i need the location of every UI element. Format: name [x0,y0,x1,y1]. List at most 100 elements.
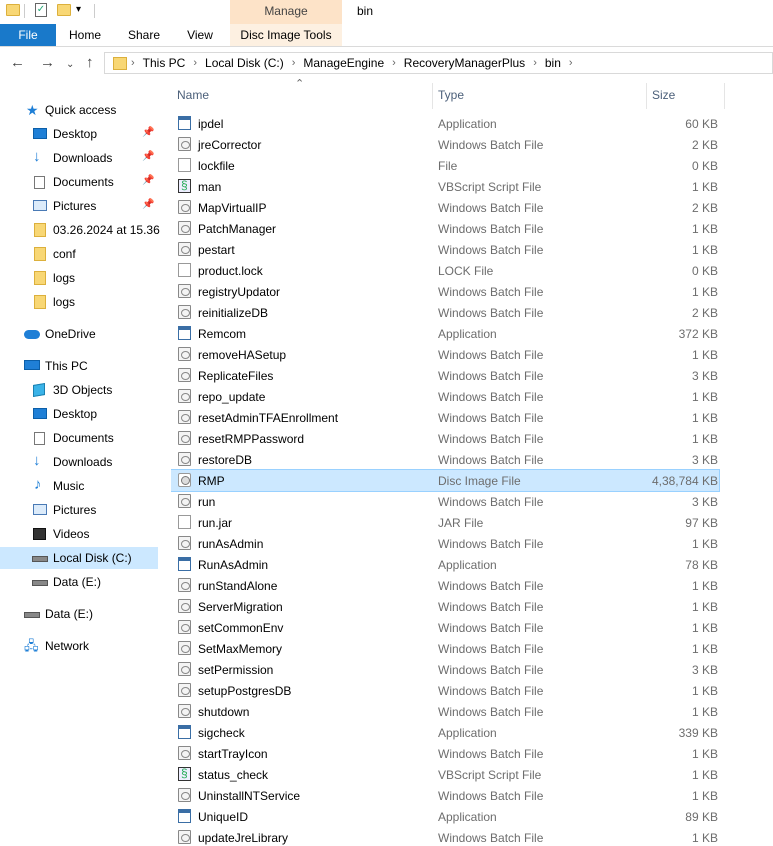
file-row[interactable]: MapVirtualIP Windows Batch File 2 KB [171,197,719,218]
sidebar-item-this-pc[interactable]: This PC [0,355,158,377]
sidebar-item-logs[interactable]: logs [0,267,158,289]
chevron-right-icon[interactable]: › [292,57,296,69]
file-name: setPermission [198,663,274,677]
batch-file-icon [178,431,191,445]
chevron-right-icon[interactable]: › [131,57,135,69]
back-arrow-icon[interactable]: ← [10,55,25,71]
chevron-right-icon[interactable]: › [193,57,197,69]
file-row[interactable]: runAsAdmin Windows Batch File 1 KB [171,533,719,554]
sidebar-item-pictures[interactable]: Pictures [0,499,158,521]
column-divider[interactable] [432,83,433,109]
file-row[interactable]: Remcom Application 372 KB [171,323,719,344]
file-row[interactable]: setupPostgresDB Windows Batch File 1 KB [171,680,719,701]
sidebar-item-desktop[interactable]: Desktop [0,403,158,425]
file-row[interactable]: UninstallNTService Windows Batch File 1 KB [171,785,719,806]
file-row[interactable]: product.lock LOCK File 0 KB [171,260,719,281]
tab-home[interactable]: Home [62,24,108,46]
file-row[interactable]: lockfile File 0 KB [171,155,719,176]
pin-icon[interactable]: 📌 [142,127,154,138]
column-header-size[interactable]: Size [652,88,675,102]
file-row[interactable]: status_check VBScript Script File 1 KB [171,764,719,785]
file-row[interactable]: runStandAlone Windows Batch File 1 KB [171,575,719,596]
navigation-bar: ← → ⌄ ↑ › This PC › Local Disk (C:) › Ma… [0,47,773,79]
file-row[interactable]: SetMaxMemory Windows Batch File 1 KB [171,638,719,659]
column-divider[interactable] [646,83,647,109]
file-row[interactable]: shutdown Windows Batch File 1 KB [171,701,719,722]
file-name: run [198,495,216,509]
file-row[interactable]: setPermission Windows Batch File 3 KB [171,659,719,680]
file-row[interactable]: repo_update Windows Batch File 1 KB [171,386,719,407]
sidebar-item-03-26-2024[interactable]: 03.26.2024 at 15.36 [0,219,160,241]
file-row[interactable]: RunAsAdmin Application 78 KB [171,554,719,575]
file-row[interactable]: RMP Disc Image File 4,38,784 KB [171,469,720,492]
tab-view[interactable]: View [178,24,222,46]
folder-icon [34,223,46,237]
file-row[interactable]: jreCorrector Windows Batch File 2 KB [171,134,719,155]
sidebar-item-3d-objects[interactable]: 3D Objects [0,379,158,401]
breadcrumb-recoverymanagerplus[interactable]: RecoveryManagerPlus [404,56,525,70]
sidebar-item-documents[interactable]: Documents [0,427,158,449]
file-row[interactable]: man VBScript Script File 1 KB [171,176,719,197]
file-row[interactable]: updateJreLibrary Windows Batch File 1 KB [171,827,719,846]
sidebar-item-music[interactable]: ♪ Music [0,475,158,497]
tab-file[interactable]: File [0,24,56,46]
tab-disc-image-tools[interactable]: Disc Image Tools [230,24,342,47]
address-bar[interactable]: › This PC › Local Disk (C:) › ManageEngi… [104,52,773,74]
sidebar-item-desktop[interactable]: Desktop 📌 [0,123,158,145]
column-header-type[interactable]: Type [438,88,464,102]
sidebar-item-data-e[interactable]: Data (E:) [0,571,158,593]
file-row[interactable]: run Windows Batch File 3 KB [171,491,719,512]
file-row[interactable]: resetRMPPassword Windows Batch File 1 KB [171,428,719,449]
pin-icon[interactable]: 📌 [142,199,154,210]
sidebar-item-downloads[interactable]: ↓ Downloads [0,451,158,473]
chevron-right-icon[interactable]: › [569,57,573,69]
file-row[interactable]: ipdel Application 60 KB [171,113,719,134]
properties-icon[interactable]: ✓ [35,3,47,17]
breadcrumb-bin[interactable]: bin [545,56,561,70]
manage-contextual-tab[interactable]: Manage [230,0,342,24]
file-row[interactable]: sigcheck Application 339 KB [171,722,719,743]
file-row[interactable]: registryUpdator Windows Batch File 1 KB [171,281,719,302]
up-arrow-icon[interactable]: ↑ [86,55,94,71]
file-row[interactable]: UniqueID Application 89 KB [171,806,719,827]
chevron-right-icon[interactable]: › [533,57,537,69]
file-row[interactable]: ServerMigration Windows Batch File 1 KB [171,596,719,617]
breadcrumb-manageengine[interactable]: ManageEngine [303,56,384,70]
sidebar-item-onedrive[interactable]: OneDrive [0,323,158,345]
file-row[interactable]: pestart Windows Batch File 1 KB [171,239,719,260]
file-row[interactable]: run.jar JAR File 97 KB [171,512,719,533]
sidebar-item-quick-access[interactable]: ★ Quick access [0,99,158,121]
new-folder-icon[interactable] [57,4,71,16]
tab-share[interactable]: Share [121,24,167,46]
customize-quick-access-icon[interactable]: ▾ [76,4,81,15]
file-row[interactable]: setCommonEnv Windows Batch File 1 KB [171,617,719,638]
breadcrumb-this-pc[interactable]: This PC [143,56,186,70]
file-row[interactable]: reinitializeDB Windows Batch File 2 KB [171,302,719,323]
file-row[interactable]: restoreDB Windows Batch File 3 KB [171,449,719,470]
file-name: ServerMigration [198,600,283,614]
sidebar-item-network[interactable]: 🖧 Network [0,635,158,657]
batch-file-icon [178,641,191,655]
sidebar-item-pictures[interactable]: Pictures 📌 [0,195,158,217]
pin-icon[interactable]: 📌 [142,151,154,162]
breadcrumb-local-disk[interactable]: Local Disk (C:) [205,56,284,70]
file-row[interactable]: resetAdminTFAEnrollment Windows Batch Fil… [171,407,719,428]
sidebar-item-local-disk-c[interactable]: Local Disk (C:) [0,547,158,569]
sidebar-item-data-e[interactable]: Data (E:) [0,603,158,625]
file-row[interactable]: ReplicateFiles Windows Batch File 3 KB [171,365,719,386]
recent-locations-chevron-icon[interactable]: ⌄ [66,57,74,73]
file-row[interactable]: PatchManager Windows Batch File 1 KB [171,218,719,239]
forward-arrow-icon[interactable]: → [40,55,55,71]
sidebar-item-conf[interactable]: conf [0,243,158,265]
folder-icon [34,295,46,309]
sidebar-item-downloads[interactable]: ↓ Downloads 📌 [0,147,158,169]
sidebar-item-videos[interactable]: Videos [0,523,158,545]
file-row[interactable]: removeHASetup Windows Batch File 1 KB [171,344,719,365]
column-divider[interactable] [724,83,725,109]
pin-icon[interactable]: 📌 [142,175,154,186]
file-row[interactable]: startTrayIcon Windows Batch File 1 KB [171,743,719,764]
column-header-name[interactable]: Name [177,88,209,102]
sidebar-item-documents[interactable]: Documents 📌 [0,171,158,193]
chevron-right-icon[interactable]: › [392,57,396,69]
sidebar-item-logs[interactable]: logs [0,291,158,313]
